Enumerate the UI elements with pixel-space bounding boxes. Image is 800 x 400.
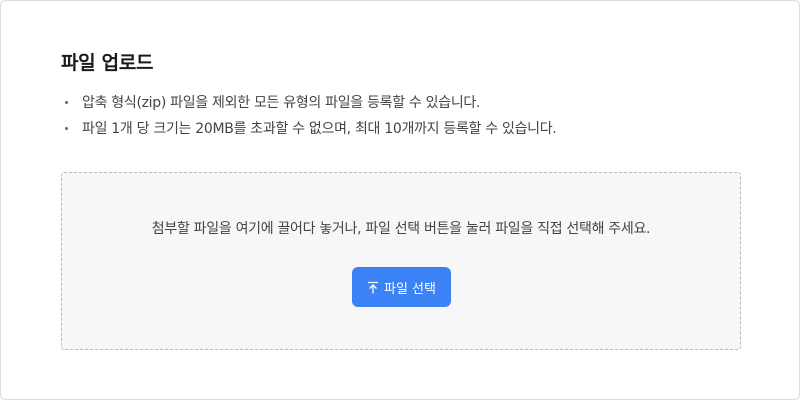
- guide-text: 압축 형식(zip) 파일을 제외한 모든 유형의 파일을 등록할 수 있습니다…: [82, 95, 481, 111]
- bullet-icon: [65, 127, 68, 130]
- upload-icon: [367, 281, 379, 294]
- file-select-label: 파일 선택: [384, 281, 436, 297]
- guide-item: 압축 형식(zip) 파일을 제외한 모든 유형의 파일을 등록할 수 있습니다…: [65, 90, 556, 116]
- page-title: 파일 업로드: [61, 52, 154, 74]
- guide-text: 파일 1개 당 크기는 20MB를 초과할 수 없으며, 최대 10개까지 등록…: [82, 121, 557, 137]
- guide-list: 압축 형식(zip) 파일을 제외한 모든 유형의 파일을 등록할 수 있습니다…: [65, 90, 557, 142]
- file-dropzone[interactable]: 첨부할 파일을 여기에 끌어다 놓거나, 파일 선택 버튼을 눌러 파일을 직접…: [61, 172, 741, 350]
- file-upload-card: 파일 업로드 압축 형식(zip) 파일을 제외한 모든 유형의 파일을 등록할…: [0, 0, 800, 400]
- dropzone-message: 첨부할 파일을 여기에 끌어다 놓거나, 파일 선택 버튼을 눌러 파일을 직접…: [151, 221, 651, 237]
- bullet-icon: [65, 101, 68, 104]
- guide-item: 파일 1개 당 크기는 20MB를 초과할 수 없으며, 최대 10개까지 등록…: [65, 116, 557, 142]
- file-select-button[interactable]: 파일 선택: [352, 267, 451, 307]
